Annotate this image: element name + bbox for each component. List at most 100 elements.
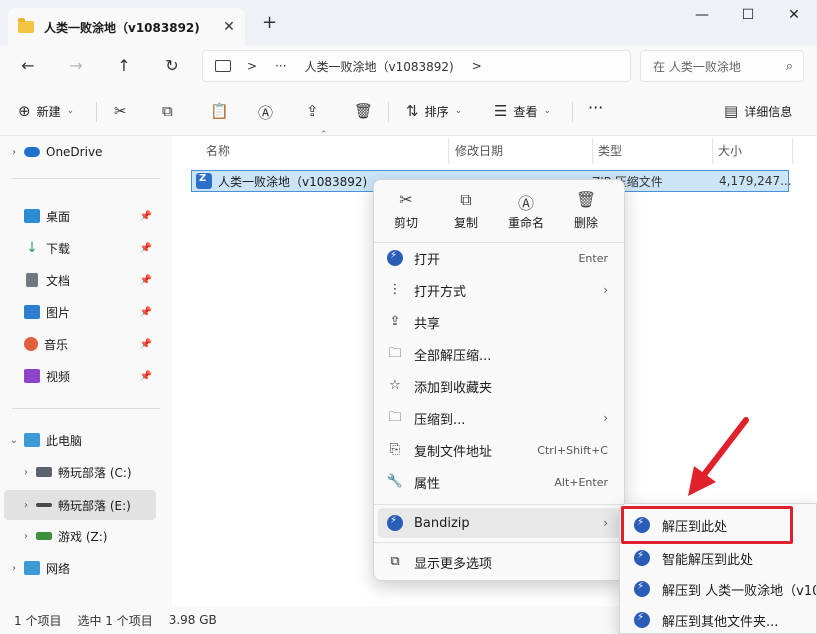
- sort-button[interactable]: ⇅ 排序 ⌄: [406, 102, 462, 120]
- menu-item-open[interactable]: 打开 Enter: [378, 243, 620, 273]
- sidebar-item-onedrive[interactable]: › OneDrive: [4, 138, 156, 166]
- chevron-right-icon[interactable]: ›: [16, 500, 36, 511]
- menu-item-add-favorites[interactable]: ☆ 添加到收藏夹: [378, 371, 620, 401]
- navigation-bar: ← → ↑ ↻ > ··· 人类一败涂地（v1083892) > 在 人类一败涂…: [0, 46, 817, 86]
- sidebar-item-documents[interactable]: 文档 📌: [4, 266, 156, 294]
- column-header-size[interactable]: 大小: [718, 142, 742, 159]
- chevron-right-icon: ›: [603, 411, 608, 425]
- view-icon: ☰: [494, 102, 508, 120]
- column-header-modified[interactable]: 修改日期: [455, 142, 503, 159]
- search-input[interactable]: 在 人类一败涂地 ⌕: [640, 50, 804, 82]
- sidebar-item-drive-e[interactable]: › 畅玩部落 (E:): [4, 490, 156, 520]
- context-copy-button[interactable]: ⧉ 复制: [437, 190, 495, 231]
- paste-button[interactable]: 📋: [210, 102, 235, 120]
- breadcrumb-more[interactable]: ···: [275, 59, 286, 73]
- chevron-right-icon[interactable]: ›: [4, 563, 24, 574]
- menu-item-extract-all[interactable]: 🗀 全部解压缩...: [378, 339, 620, 369]
- share-button[interactable]: ⇪: [306, 102, 325, 120]
- sidebar-item-music[interactable]: 音乐 📌: [4, 330, 156, 358]
- up-button[interactable]: ↑: [112, 54, 136, 78]
- menu-label: 复制文件地址: [414, 444, 493, 460]
- column-divider[interactable]: [448, 138, 449, 164]
- sidebar-item-downloads[interactable]: ↓ 下载 📌: [4, 234, 156, 262]
- chevron-right-icon[interactable]: ›: [4, 147, 24, 158]
- refresh-button[interactable]: ↻: [160, 54, 184, 78]
- toolbar-divider: [572, 102, 573, 122]
- tab-close-button[interactable]: ✕: [219, 19, 239, 35]
- pin-icon[interactable]: 📌: [140, 243, 152, 254]
- sidebar-label: 网络: [46, 561, 71, 576]
- column-divider[interactable]: [592, 138, 593, 164]
- close-button[interactable]: ✕: [771, 0, 817, 32]
- new-button[interactable]: ⊕ 新建 ⌄: [18, 102, 74, 120]
- menu-item-copy-path[interactable]: ⎘ 复制文件地址 Ctrl+Shift+C: [378, 435, 620, 465]
- cut-button[interactable]: ✂: [114, 102, 133, 120]
- rename-button[interactable]: Ⓐ: [258, 102, 279, 123]
- copy-button[interactable]: ⧉: [162, 102, 179, 120]
- view-button[interactable]: ☰ 查看 ⌄: [494, 102, 551, 120]
- menu-label: 添加到收藏夹: [414, 380, 493, 396]
- more-options-icon: ⧉: [390, 554, 400, 569]
- menu-item-bandizip[interactable]: Bandizip ›: [378, 508, 620, 538]
- sidebar-label: 畅玩部落 (C:): [58, 465, 132, 480]
- new-tab-button[interactable]: +: [262, 12, 277, 33]
- submenu-item-extract-to-folder[interactable]: 解压到 人类一败涂地（v1083892)\: [624, 574, 816, 604]
- copy-icon: ⧉: [162, 102, 173, 120]
- sidebar-item-network[interactable]: › 网络: [4, 554, 156, 582]
- more-button[interactable]: ···: [588, 98, 603, 117]
- sidebar-item-this-pc[interactable]: ⌄ 此电脑: [4, 426, 156, 454]
- menu-label: Bandizip: [414, 515, 470, 531]
- tab-title: 人类一败涂地（v1083892): [44, 20, 200, 35]
- chevron-down-icon[interactable]: ⌄: [4, 435, 24, 446]
- maximize-button[interactable]: ☐: [725, 0, 771, 32]
- chevron-right-icon[interactable]: ›: [16, 531, 36, 542]
- sidebar-item-drive-c[interactable]: › 畅玩部落 (C:): [4, 458, 156, 486]
- chevron-right-icon[interactable]: ›: [16, 467, 36, 478]
- file-size: 4,179,247...: [719, 174, 792, 188]
- sidebar-item-desktop[interactable]: 桌面 📌: [4, 202, 156, 230]
- back-button[interactable]: ←: [16, 54, 40, 78]
- context-menu: ✂ 剪切 ⧉ 复制 Ⓐ 重命名 🗑 删除 打开 Enter ⋮ 打开方式 › ⇪…: [373, 179, 625, 581]
- submenu-item-extract-other[interactable]: 解压到其他文件夹...: [624, 605, 816, 633]
- pin-icon[interactable]: 📌: [140, 371, 152, 382]
- network-icon: [24, 561, 40, 575]
- pin-icon[interactable]: 📌: [140, 307, 152, 318]
- column-divider[interactable]: [792, 138, 793, 164]
- menu-item-open-with[interactable]: ⋮ 打开方式 ›: [378, 275, 620, 305]
- details-button[interactable]: ▤ 详细信息: [724, 102, 792, 120]
- menu-item-more-options[interactable]: ⧉ 显示更多选项: [378, 547, 620, 577]
- folder-icon: [18, 18, 34, 33]
- context-delete-button[interactable]: 🗑 删除: [557, 190, 615, 231]
- sidebar-item-pictures[interactable]: 图片 📌: [4, 298, 156, 326]
- breadcrumb-end-chevron[interactable]: >: [472, 59, 482, 73]
- menu-item-properties[interactable]: 🔧 属性 Alt+Enter: [378, 467, 620, 497]
- submenu-label: 智能解压到此处: [662, 552, 754, 568]
- sidebar-label: OneDrive: [46, 145, 103, 159]
- breadcrumb-current[interactable]: 人类一败涂地（v1083892): [305, 58, 454, 75]
- delete-button[interactable]: 🗑: [354, 102, 379, 120]
- wrench-icon: 🔧: [386, 474, 404, 489]
- column-header-name[interactable]: 名称: [206, 142, 230, 159]
- menu-shortcut: Enter: [578, 251, 608, 265]
- context-rename-button[interactable]: Ⓐ 重命名: [497, 190, 555, 231]
- pin-icon[interactable]: 📌: [140, 275, 152, 286]
- pin-icon[interactable]: 📌: [140, 211, 152, 222]
- forward-button[interactable]: →: [64, 54, 88, 78]
- context-cut-button[interactable]: ✂ 剪切: [377, 190, 435, 231]
- column-header-type[interactable]: 类型: [598, 142, 622, 159]
- breadcrumb-separator[interactable]: >: [247, 59, 257, 73]
- selection-size: 3.98 GB: [168, 613, 217, 627]
- pin-icon[interactable]: 📌: [140, 339, 152, 350]
- tab-current-folder[interactable]: 人类一败涂地（v1083892) ✕: [8, 8, 245, 46]
- menu-item-compress[interactable]: 🗀 压缩到... ›: [378, 403, 620, 433]
- sidebar-label: 图片: [46, 305, 71, 320]
- minimize-button[interactable]: —: [679, 0, 725, 32]
- menu-label: 共享: [414, 316, 441, 332]
- sidebar-label: 音乐: [44, 337, 69, 352]
- sidebar-item-videos[interactable]: 视频 📌: [4, 362, 156, 390]
- sidebar-item-drive-z[interactable]: › 游戏 (Z:): [4, 522, 156, 550]
- address-bar[interactable]: > ··· 人类一败涂地（v1083892) >: [202, 50, 631, 82]
- submenu-item-smart-extract[interactable]: 智能解压到此处: [624, 543, 816, 573]
- column-divider[interactable]: [712, 138, 713, 164]
- menu-item-share[interactable]: ⇪ 共享: [378, 307, 620, 337]
